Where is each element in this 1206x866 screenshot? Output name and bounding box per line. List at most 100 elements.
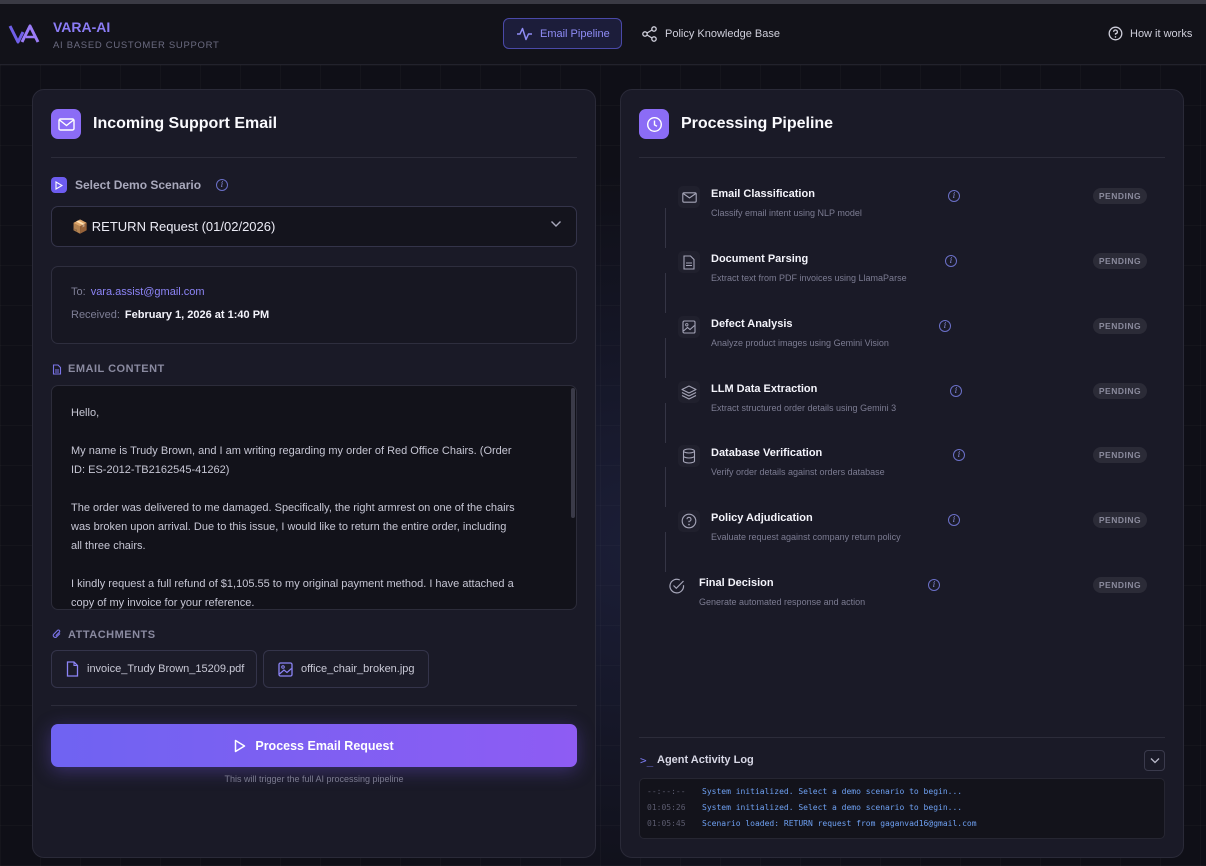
divider [51,157,577,158]
play-icon [235,739,246,752]
log-entry: --:--:-- System initialized. Select a dem… [647,787,962,796]
image-icon [678,316,700,338]
top-header: VARA-AI AI BASED CUSTOMER SUPPORT Email … [0,4,1206,65]
log-time: 01:05:26 [647,803,686,812]
brand-tagline: AI BASED CUSTOMER SUPPORT [53,40,220,51]
database-icon [678,445,700,467]
info-icon[interactable]: i [945,255,957,267]
divider [51,705,577,706]
check-circle-icon [666,575,688,597]
pipeline-step-document-parsing: Document Parsing Extract text from PDF i… [621,251,1183,311]
step-title: Policy Adjudication [711,512,813,524]
received-value: February 1, 2026 at 1:40 PM [124,309,270,321]
nav-email-pipeline-label: Email Pipeline [540,27,610,40]
activity-log[interactable]: --:--:-- System initialized. Select a dem… [639,778,1165,839]
terminal-icon: >_ [640,754,654,767]
log-entry: 01:05:26 System initialized. Select a dem… [647,803,962,812]
log-entry: 01:05:45 Scenario loaded: RETURN request … [647,819,977,828]
email-content-label: EMAIL CONTENT [68,363,165,375]
mail-icon [678,186,700,208]
email-content-body[interactable]: Hello, My name is Trudy Brown, and I am … [51,385,577,610]
step-title: Defect Analysis [711,318,793,330]
help-circle-icon [1108,26,1123,41]
process-email-button[interactable]: Process Email Request [51,724,577,767]
status-badge: PENDING [1093,253,1147,269]
step-desc: Evaluate request against company return … [711,532,901,542]
process-hint: This will trigger the full AI processing… [224,774,404,784]
image-icon [278,661,293,677]
to-value: vara.assist@gmail.com [90,286,205,298]
scenario-select[interactable]: 📦 RETURN Request (01/02/2026) [51,206,577,247]
layers-icon [678,381,700,403]
share-icon [642,25,657,42]
brand-name: VARA-AI [53,19,111,35]
step-desc: Generate automated response and action [699,597,866,607]
play-icon [51,177,67,193]
file-text-icon [52,364,62,375]
attachment-image[interactable]: office_chair_broken.jpg [263,650,429,688]
info-icon[interactable]: i [950,385,962,397]
chevron-down-icon [1150,758,1159,764]
meta-received: Received: February 1, 2026 at 1:40 PM [71,309,269,321]
log-time: --:--:-- [647,787,686,796]
divider [639,737,1165,738]
info-icon[interactable]: i [948,514,960,526]
nav-how-it-works[interactable]: How it works [1108,18,1192,49]
info-icon[interactable]: i [953,449,965,461]
log-message: Scenario loaded: RETURN request from gag… [702,819,977,828]
attachment-pdf[interactable]: invoice_Trudy Brown_15209.pdf [51,650,257,688]
mail-icon [51,109,81,139]
nav-policy-knowledge-base[interactable]: Policy Knowledge Base [641,18,780,49]
vara-logo-icon [8,24,40,44]
step-desc: Extract structured order details using G… [711,403,897,413]
step-title: LLM Data Extraction [711,383,818,395]
attachment-name: office_chair_broken.jpg [301,663,415,675]
email-meta: To: vara.assist@gmail.com Received: Februa… [51,266,577,344]
activity-icon [517,27,532,40]
pipeline-step-llm-extraction: LLM Data Extraction Extract structured o… [621,381,1183,441]
step-desc: Classify email intent using NLP model [711,208,862,218]
log-message: System initialized. Select a demo scenar… [702,787,963,796]
question-icon [678,510,700,532]
paperclip-icon [52,629,61,638]
info-icon[interactable]: i [939,320,951,332]
email-scrollbar[interactable] [571,388,575,518]
activity-log-title: Agent Activity Log [657,754,754,766]
info-icon[interactable]: i [216,179,228,191]
step-title: Database Verification [711,447,823,459]
attachments-label: ATTACHMENTS [68,629,156,641]
panel-title: Incoming Support Email [93,115,278,132]
nav-policy-label: Policy Knowledge Base [665,27,780,40]
email-paragraph: The order was delivered to me damaged. S… [71,502,515,552]
pipeline-step-defect-analysis: Defect Analysis Analyze product images u… [621,316,1183,376]
panel-title: Processing Pipeline [681,115,834,132]
scenario-label: Select Demo Scenario [75,178,202,192]
pipeline-step-policy-adjudication: Policy Adjudication Evaluate request aga… [621,510,1183,570]
email-paragraph: I kindly request a full refund of $1,105… [71,578,514,609]
log-collapse-button[interactable] [1144,750,1165,771]
log-time: 01:05:45 [647,819,686,828]
attachment-name: invoice_Trudy Brown_15209.pdf [87,663,245,675]
email-paragraph: Hello, [71,407,100,419]
pipeline-step-database-verification: Database Verification Verify order detai… [621,445,1183,505]
step-title: Final Decision [699,577,774,589]
chevron-down-icon [551,221,561,227]
status-badge: PENDING [1093,512,1147,528]
received-label: Received: [71,309,120,321]
log-message: System initialized. Select a demo scenar… [702,803,963,812]
step-desc: Extract text from PDF invoices using Lla… [711,273,907,283]
file-icon [66,661,79,677]
status-badge: PENDING [1093,318,1147,334]
nav-email-pipeline[interactable]: Email Pipeline [503,18,622,49]
status-badge: PENDING [1093,188,1147,204]
info-icon[interactable]: i [928,579,940,591]
scenario-selected-value: 📦 RETURN Request (01/02/2026) [72,218,276,234]
processing-pipeline-panel: Processing Pipeline Email Classification… [620,89,1184,858]
step-title: Document Parsing [711,253,809,265]
clock-icon [639,109,669,139]
nav-how-label: How it works [1130,27,1193,40]
status-badge: PENDING [1093,577,1147,593]
meta-to: To: vara.assist@gmail.com [71,286,205,298]
info-icon[interactable]: i [948,190,960,202]
incoming-email-panel: Incoming Support Email Select Demo Scena… [32,89,596,858]
